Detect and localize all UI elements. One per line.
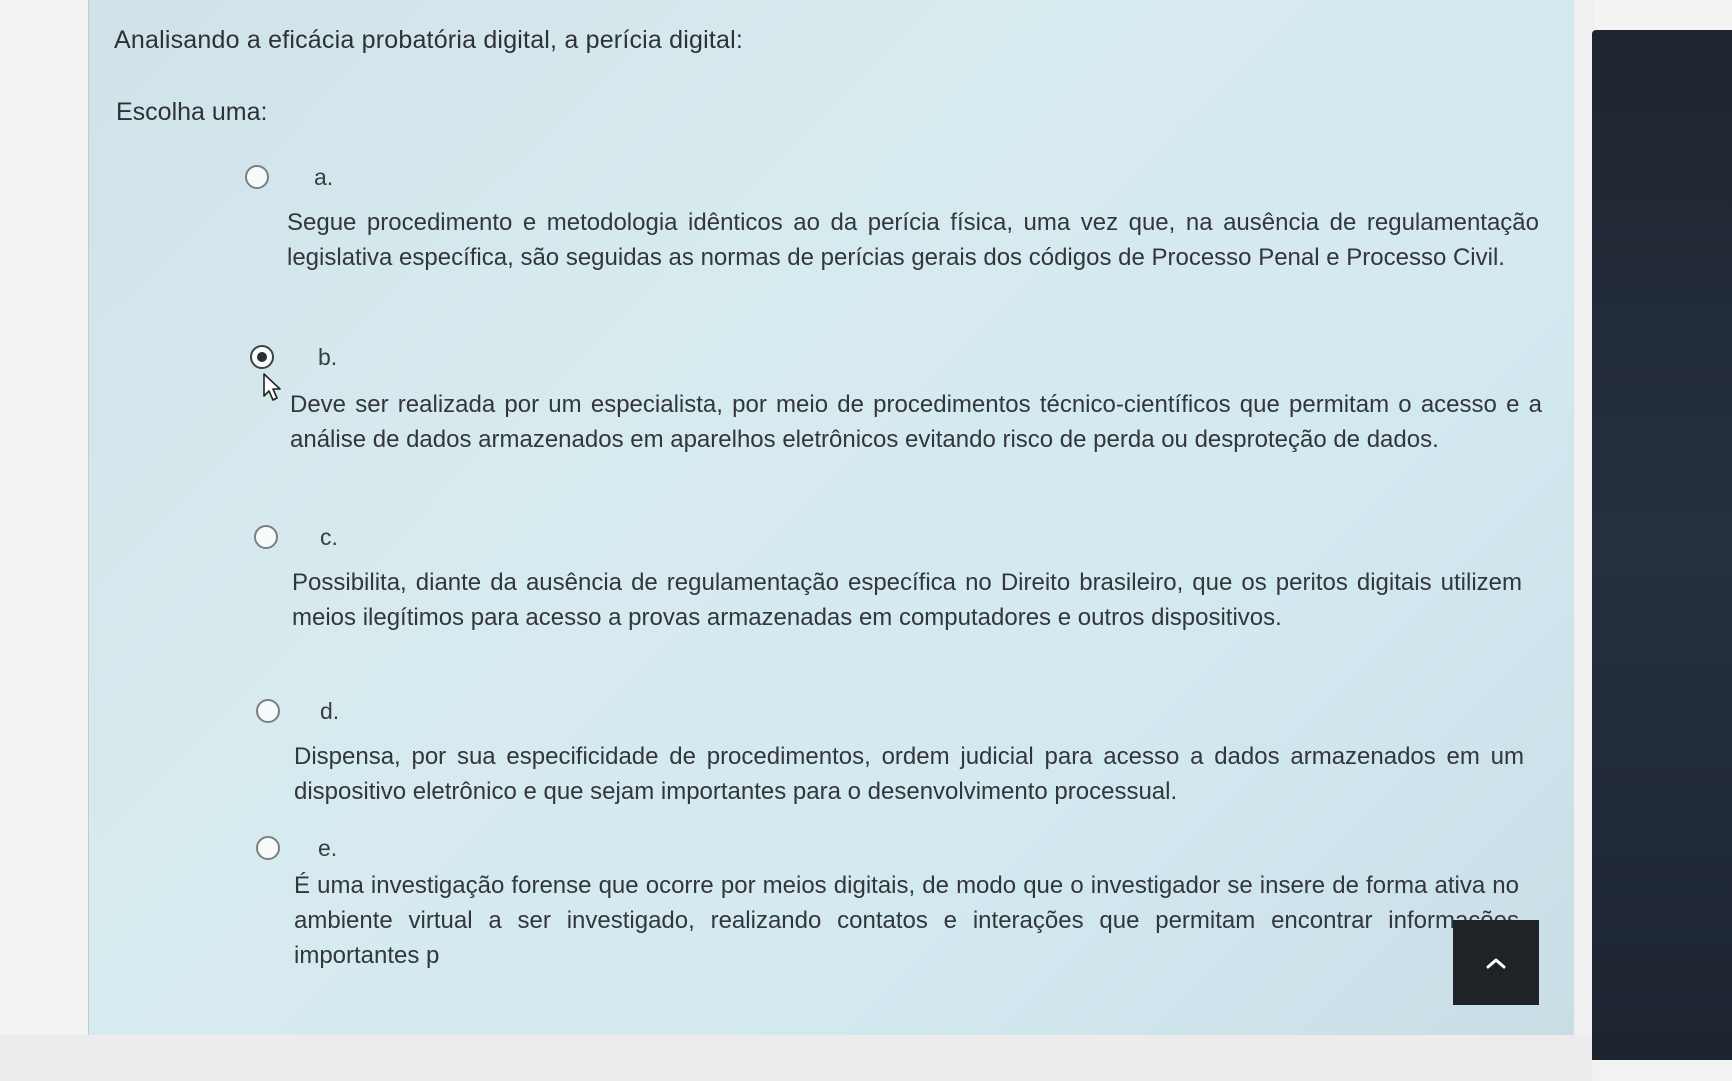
- radio-option-b[interactable]: [250, 345, 274, 369]
- scroll-to-top-button[interactable]: [1453, 920, 1539, 1005]
- radio-option-a[interactable]: [245, 165, 269, 189]
- option-letter-d: d.: [320, 698, 340, 724]
- question-text: Analisando a eficácia probatória digital…: [114, 26, 744, 54]
- option-text-e[interactable]: É uma investigação forense que ocorre po…: [294, 868, 1519, 973]
- radio-option-c[interactable]: [254, 525, 278, 549]
- option-text-a[interactable]: Segue procedimento e metodologia idêntic…: [287, 205, 1539, 275]
- bottom-strip: [0, 1035, 1592, 1081]
- option-text-b[interactable]: Deve ser realizada por um especialista, …: [290, 387, 1542, 457]
- screen: Analisando a eficácia probatória digital…: [0, 0, 1732, 1081]
- mouse-cursor-icon: [263, 373, 281, 401]
- option-letter-c: c.: [320, 524, 338, 550]
- radio-option-d[interactable]: [256, 699, 280, 723]
- option-letter-a: a.: [314, 164, 334, 190]
- option-text-d[interactable]: Dispensa, por sua especificidade de proc…: [294, 739, 1524, 809]
- option-text-c[interactable]: Possibilita, diante da ausência de regul…: [292, 565, 1522, 635]
- right-gutter: [1574, 0, 1594, 1081]
- radio-option-e[interactable]: [256, 836, 280, 860]
- option-letter-e: e.: [318, 835, 338, 861]
- option-letter-b: b.: [318, 344, 338, 370]
- choose-one-prompt: Escolha uma:: [116, 98, 268, 126]
- dark-side-panel: [1592, 30, 1732, 1060]
- chevron-up-icon: [1486, 958, 1506, 968]
